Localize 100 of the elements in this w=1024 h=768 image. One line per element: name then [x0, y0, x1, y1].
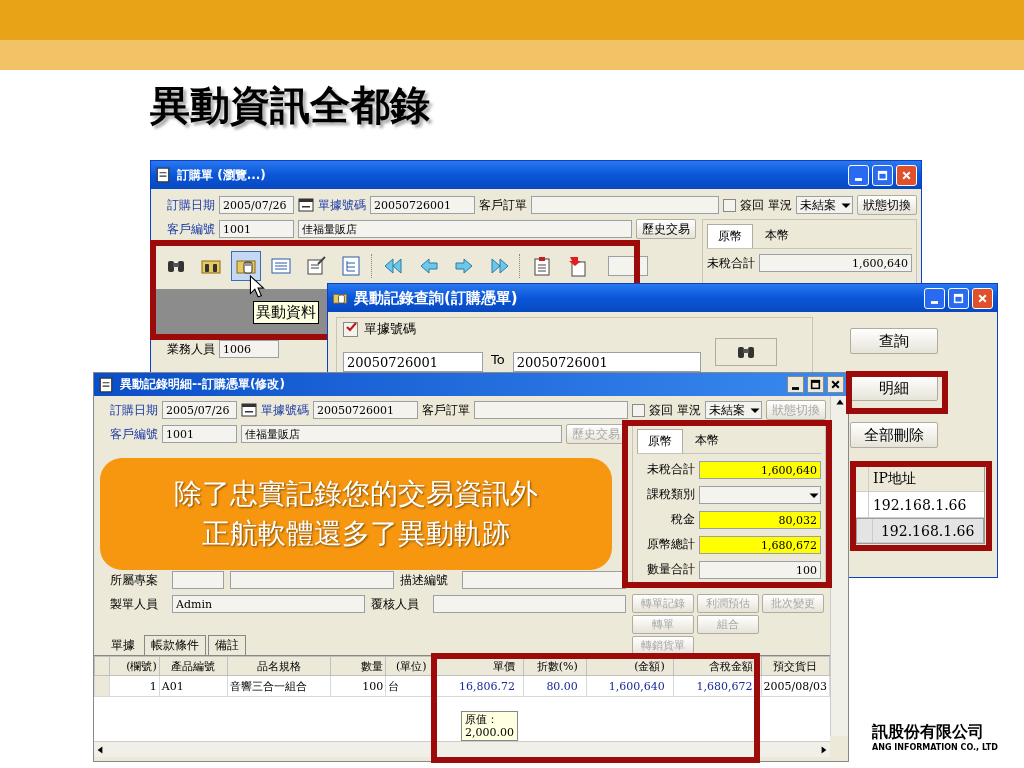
- form-edit-icon: [305, 255, 327, 277]
- to-field[interactable]: 20050726001: [512, 352, 701, 372]
- column-header[interactable]: 預交貨日: [761, 656, 830, 676]
- customer-name-field[interactable]: 佳福量販店: [298, 220, 632, 238]
- table-cell: 2005/08/03: [761, 675, 830, 697]
- company-name: 訊股份有限公司: [872, 722, 985, 743]
- field-label: 覆核人員: [371, 595, 420, 613]
- field-label: 未稅合計: [707, 254, 755, 272]
- tooltip: 原值： 2,000.00: [461, 711, 518, 741]
- find-button[interactable]: [714, 338, 777, 366]
- total-field[interactable]: 80,032: [699, 510, 821, 529]
- cursor-icon: [249, 275, 265, 299]
- field-label: 單據號碼: [261, 401, 309, 419]
- field-label: 課稅類別: [646, 486, 695, 503]
- status-dropdown[interactable]: 未結案: [796, 196, 853, 214]
- minimize-icon: [855, 177, 862, 181]
- table-cell: 音響三合一組合: [227, 675, 331, 697]
- maximize-icon: [810, 379, 821, 390]
- column-header[interactable]: 數量: [330, 656, 386, 676]
- field-label: 原幣總計: [646, 536, 695, 553]
- total-field[interactable]: 1,680,672: [699, 535, 821, 554]
- checkbox[interactable]: [632, 403, 645, 417]
- field-label: 簽回: [649, 401, 673, 419]
- vertical-scrollbar[interactable]: [830, 396, 848, 736]
- currency-tab[interactable]: 本幣: [755, 224, 799, 248]
- toolbar-button[interactable]: [231, 251, 261, 281]
- grid-row[interactable]: 192.168.1.66: [855, 518, 984, 543]
- table-cell-text: 192.168.1.66: [871, 496, 967, 513]
- history-button[interactable]: 歷史交易: [636, 219, 696, 239]
- calendar-icon[interactable]: [241, 403, 257, 417]
- table-cell: 1,680,672: [673, 675, 762, 697]
- left-arrow-icon: [418, 255, 440, 277]
- subtotal-field[interactable]: 1,600,640: [759, 254, 912, 272]
- group-label: 單據號碼: [364, 321, 416, 337]
- total-field[interactable]: 1,600,640: [699, 460, 821, 479]
- field-label: 未稅合計: [646, 461, 695, 478]
- field-label: 單據號碼: [318, 196, 366, 214]
- input-field[interactable]: Admin: [172, 595, 365, 613]
- callout-text: 除了忠實記錄您的交易資訊外 正航軟體還多了異動軌跡: [173, 476, 539, 552]
- tooltip: 異動資料: [253, 301, 319, 324]
- currency-tab[interactable]: 本幣: [685, 429, 729, 453]
- customer-code-field[interactable]: 1001: [219, 220, 294, 238]
- calendar-icon[interactable]: [298, 198, 314, 212]
- action-button[interactable]: 查詢: [849, 328, 938, 354]
- column-header: IP地址: [871, 469, 916, 488]
- close-button[interactable]: [827, 376, 844, 393]
- field-label: 製單人員: [110, 595, 159, 613]
- field-label: 客戶編號: [167, 220, 215, 238]
- tab[interactable]: 帳款條件: [144, 635, 206, 655]
- tab[interactable]: 備註: [208, 635, 246, 655]
- close-icon: [830, 379, 841, 390]
- maximize-button[interactable]: [807, 376, 824, 393]
- window-title: 異動記錄查詢(訂購憑單): [354, 288, 518, 308]
- maximize-icon: [953, 292, 964, 304]
- checkbox[interactable]: [723, 198, 736, 212]
- close-icon: [901, 169, 912, 181]
- input-field[interactable]: [433, 595, 626, 613]
- window-title: 異動記錄明細--訂購憑單(修改): [120, 376, 285, 393]
- status-toggle-button[interactable]: 狀態切換: [857, 195, 917, 215]
- table-cell: 100: [330, 675, 386, 697]
- minimize-button[interactable]: [787, 376, 804, 393]
- document-icon: [155, 167, 171, 183]
- customer-order-field[interactable]: [531, 196, 719, 214]
- double-right-arrow-icon: [488, 255, 510, 277]
- number-field[interactable]: 20050726001: [313, 401, 418, 419]
- column-header[interactable]: (欄號): [109, 656, 160, 676]
- input-field[interactable]: [230, 571, 394, 589]
- horizontal-scrollbar[interactable]: [94, 741, 830, 757]
- clipboard-icon: [531, 255, 553, 277]
- number-field[interactable]: 20050726001: [370, 196, 475, 214]
- from-field[interactable]: 20050726001: [343, 352, 483, 372]
- field-label: 單況: [768, 196, 792, 214]
- field-label: 描述編號: [400, 571, 449, 589]
- field-label: To: [491, 352, 505, 368]
- minimize-icon: [792, 387, 799, 390]
- input-field[interactable]: [172, 571, 224, 589]
- field-label: 所屬專案: [110, 571, 159, 589]
- customer-code-field[interactable]: 1001: [162, 425, 237, 443]
- column-header[interactable]: 產品編號: [159, 656, 228, 676]
- sales-field[interactable]: 1006: [219, 340, 279, 358]
- document-icon: [98, 376, 114, 393]
- currency-tab[interactable]: 原幣: [707, 224, 753, 248]
- column-header[interactable]: 品名規格: [227, 656, 331, 676]
- field-label: 訂購日期: [110, 401, 158, 419]
- date-field[interactable]: 2005/07/26: [162, 401, 237, 419]
- currency-tab[interactable]: 原幣: [637, 429, 683, 453]
- input-field[interactable]: [462, 571, 626, 589]
- customer-order-field[interactable]: [474, 401, 628, 419]
- action-button[interactable]: 全部刪除: [849, 422, 938, 448]
- date-field[interactable]: 2005/07/26: [219, 196, 294, 214]
- table-cell: 1,600,640: [586, 675, 674, 697]
- field-label: 客戶編號: [110, 425, 158, 443]
- status-dropdown[interactable]: 未結案: [705, 401, 762, 419]
- table-cell: 1: [109, 675, 160, 697]
- right-arrow-icon: [453, 255, 475, 277]
- checkbox[interactable]: [343, 321, 358, 337]
- window-title: 訂購單 (瀏覽...): [177, 166, 266, 184]
- field-label: 單況: [677, 401, 701, 419]
- customer-name-field[interactable]: 佳福量販店: [241, 425, 562, 443]
- total-field[interactable]: 100: [699, 560, 821, 579]
